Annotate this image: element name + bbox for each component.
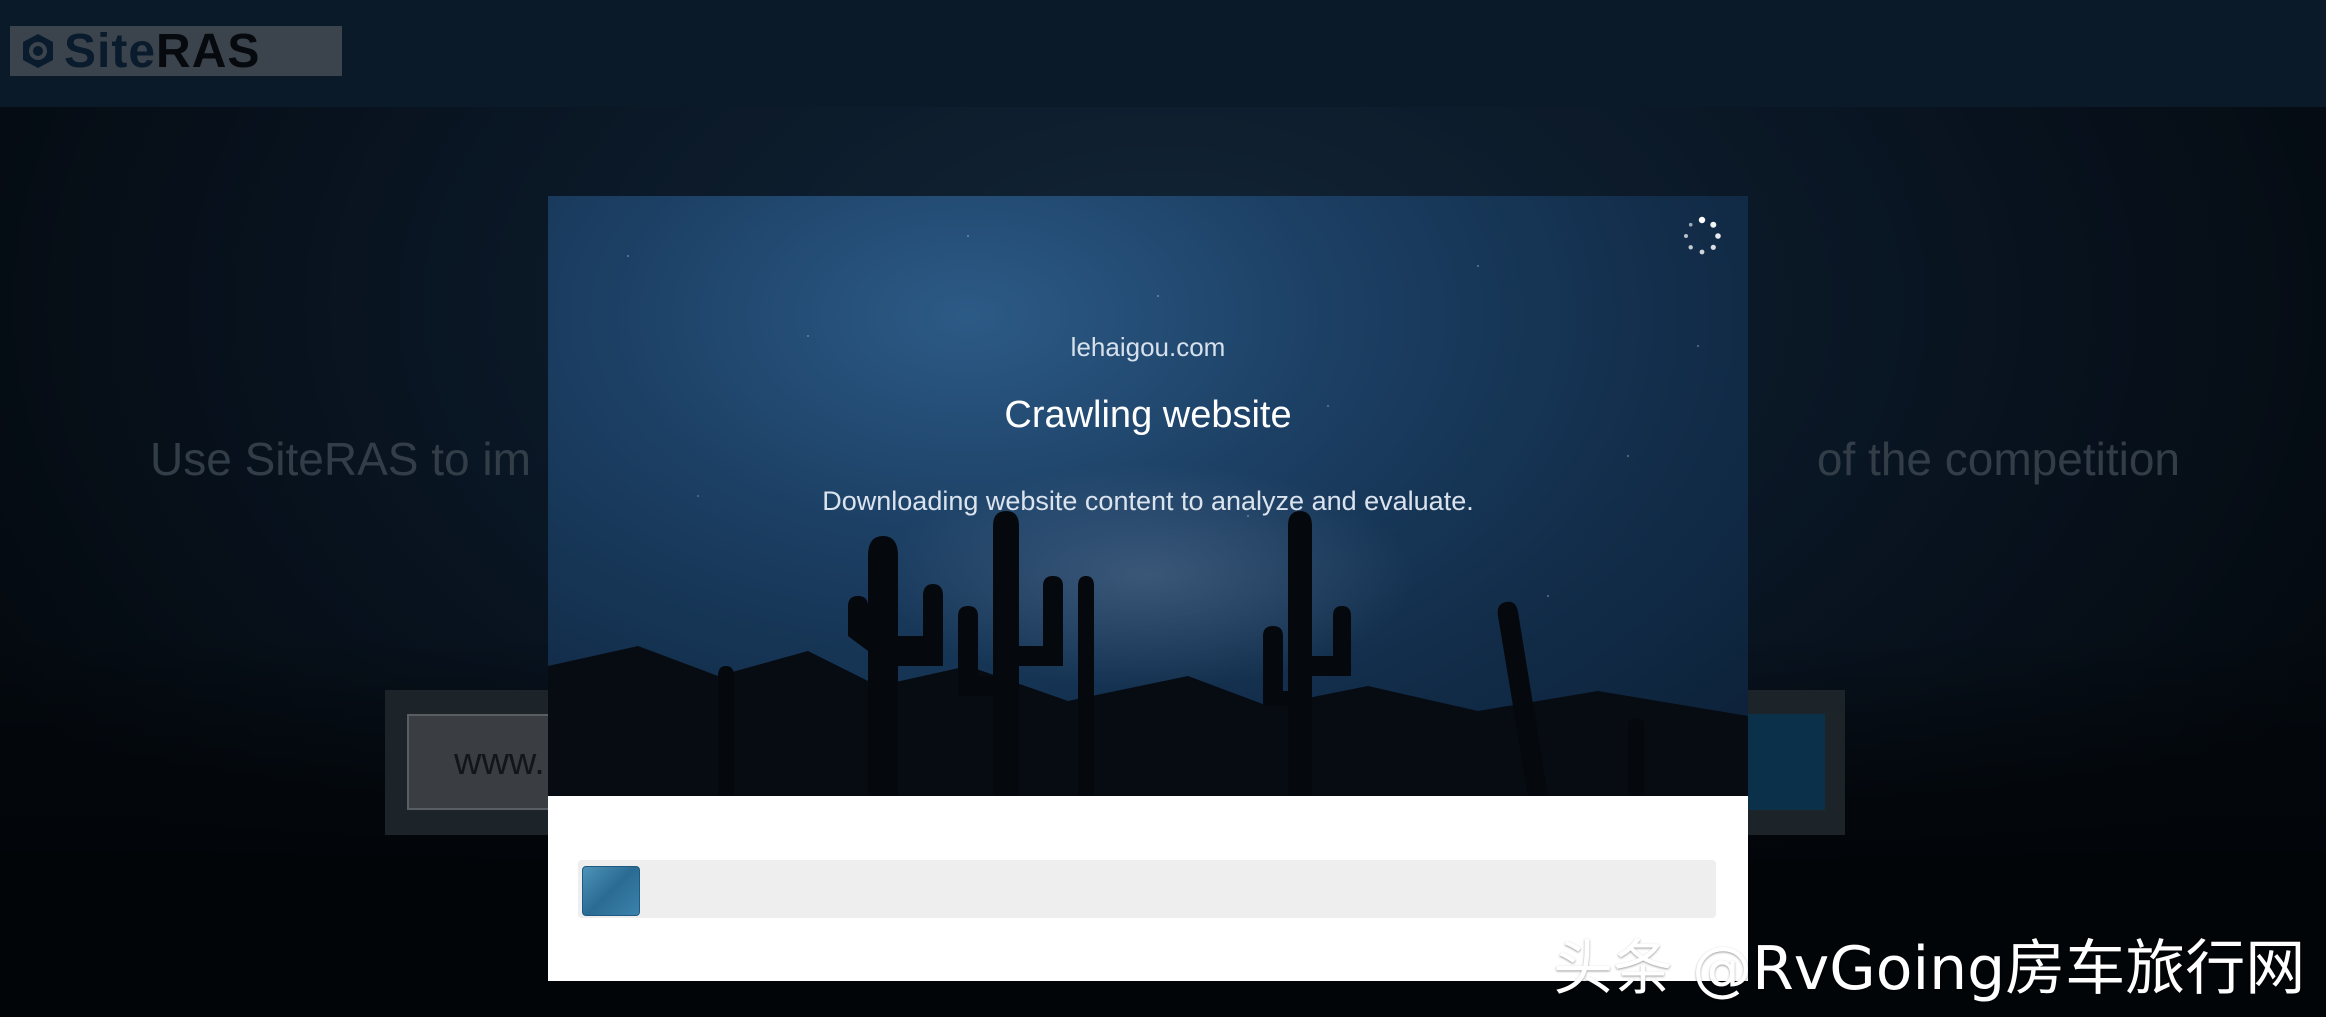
modal-title: Crawling website [1004,394,1292,436]
watermark-text: 头条 @RvGoing房车旅行网 [1553,934,2306,1004]
progress-bar-fill [582,866,640,916]
modal-description: Downloading website content to analyze a… [822,486,1474,516]
crawled-domain: lehaigou.com [1070,332,1226,362]
crawl-progress-modal: lehaigou.com Crawling website Downloadin… [548,196,1748,981]
loading-spinner-icon [1684,216,1721,255]
modal-hero-image: lehaigou.com Crawling website Downloadin… [548,196,1748,796]
progress-bar [578,860,1716,918]
